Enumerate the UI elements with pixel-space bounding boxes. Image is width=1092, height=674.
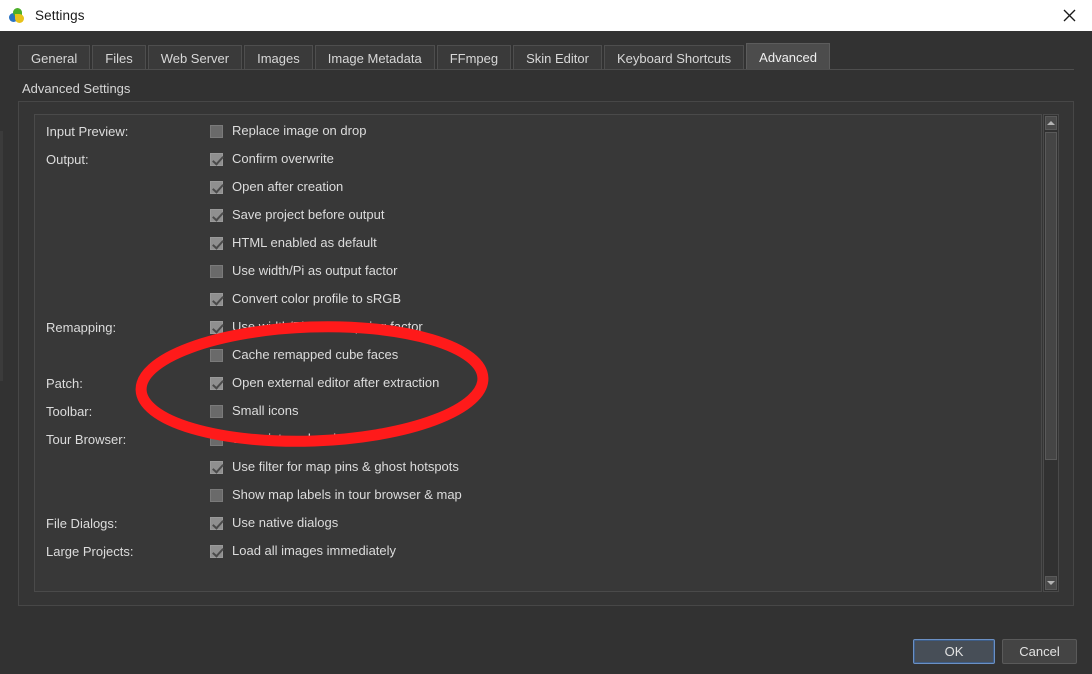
checkbox-label: Show internal node ID xyxy=(232,431,360,446)
checkbox-label: Use native dialogs xyxy=(232,515,339,530)
app-logo-icon xyxy=(9,7,25,24)
tab-keyboard-shortcuts[interactable]: Keyboard Shortcuts xyxy=(603,45,745,70)
checkbox-unchecked-icon[interactable] xyxy=(210,432,223,446)
advanced-settings-panel: Input Preview: Replace image on drop Outpu… xyxy=(18,101,1074,606)
checkbox-label: Use filter for map pins & ghost hotspots xyxy=(232,459,459,474)
checkbox-checked-icon[interactable] xyxy=(210,376,223,390)
checkbox-html-enabled-as-default[interactable]: HTML enabled as default xyxy=(210,236,377,250)
checkbox-unchecked-icon[interactable] xyxy=(210,124,223,138)
tab-web-server[interactable]: Web Server xyxy=(147,45,243,70)
settings-row: Show map labels in tour browser & map xyxy=(35,483,1041,511)
settings-dialog-body: General Files Web Server Images Image Metada… xyxy=(0,31,1092,674)
checkbox-checked-icon[interactable] xyxy=(210,460,223,474)
checkbox-open-external-editor-after-extraction[interactable]: Open external editor after extraction xyxy=(210,376,439,390)
checkbox-checked-icon[interactable] xyxy=(210,292,223,306)
scroll-down-arrow-icon[interactable] xyxy=(1045,576,1057,590)
tab-advanced[interactable]: Advanced xyxy=(746,43,830,70)
settings-scroll-area[interactable]: Input Preview: Replace image on drop Outpu… xyxy=(34,114,1042,592)
tab-image-metadata[interactable]: Image Metadata xyxy=(314,45,435,70)
window-titlebar: Settings xyxy=(0,0,1092,31)
checkbox-save-project-before-output[interactable]: Save project before output xyxy=(210,208,385,222)
tab-skin-editor[interactable]: Skin Editor xyxy=(513,45,602,70)
checkbox-use-width-pi-as-output-factor[interactable]: Use width/Pi as output factor xyxy=(210,264,397,278)
checkbox-label: Confirm overwrite xyxy=(232,151,334,166)
checkbox-show-map-labels-in-tour-browser-map[interactable]: Show map labels in tour browser & map xyxy=(210,488,462,502)
checkbox-small-icons[interactable]: Small icons xyxy=(210,404,298,418)
checkbox-label: Small icons xyxy=(232,403,299,418)
checkbox-show-internal-node-id[interactable]: Show internal node ID xyxy=(210,432,360,446)
checkbox-checked-icon[interactable] xyxy=(210,152,223,166)
checkbox-convert-color-profile-to-srgb[interactable]: Convert color profile to sRGB xyxy=(210,292,401,306)
settings-row: Toolbar: Small icons xyxy=(35,399,1041,427)
checkbox-label: Convert color profile to sRGB xyxy=(232,291,402,306)
scrollbar-thumb[interactable] xyxy=(1045,132,1057,460)
settings-row: HTML enabled as default xyxy=(35,231,1041,259)
vertical-scrollbar[interactable] xyxy=(1043,114,1059,592)
checkbox-replace-image-on-drop[interactable]: Replace image on drop xyxy=(210,124,366,138)
settings-row: Input Preview: Replace image on drop xyxy=(35,119,1041,147)
settings-row-label: Output: xyxy=(46,152,89,167)
tabbar-underline xyxy=(18,69,1074,70)
checkbox-label: Use width/Pi as output factor xyxy=(232,263,398,278)
tab-general[interactable]: General xyxy=(18,45,91,70)
tab-files[interactable]: Files xyxy=(92,45,146,70)
checkbox-load-all-images-immediately[interactable]: Load all images immediately xyxy=(210,544,396,558)
checkbox-label: Use width/Pi as remapping factor xyxy=(232,319,423,334)
settings-row: File Dialogs: Use native dialogs xyxy=(35,511,1041,539)
settings-row-label: File Dialogs: xyxy=(46,516,118,531)
checkbox-use-filter-for-map-pins-ghost-hotspots[interactable]: Use filter for map pins & ghost hotspots xyxy=(210,460,459,474)
checkbox-unchecked-icon[interactable] xyxy=(210,404,223,418)
settings-row: Patch: Open external editor after extract… xyxy=(35,371,1041,399)
checkbox-label: Open external editor after extraction xyxy=(232,375,440,390)
settings-row-label: Remapping: xyxy=(46,320,117,335)
settings-row: Tour Browser: Show internal node ID xyxy=(35,427,1041,455)
scroll-up-arrow-icon[interactable] xyxy=(1045,116,1057,130)
window-edge-sliver xyxy=(0,131,3,381)
checkbox-label: Show map labels in tour browser & map xyxy=(232,487,462,502)
settings-row: Use filter for map pins & ghost hotspots xyxy=(35,455,1041,483)
checkbox-cache-remapped-cube-faces[interactable]: Cache remapped cube faces xyxy=(210,348,398,362)
settings-row-label: Toolbar: xyxy=(46,404,93,419)
settings-row: Save project before output xyxy=(35,203,1041,231)
checkbox-unchecked-icon[interactable] xyxy=(210,348,223,362)
settings-row: Use width/Pi as output factor xyxy=(35,259,1041,287)
close-icon[interactable] xyxy=(1046,0,1092,31)
tab-ffmpeg[interactable]: FFmpeg xyxy=(436,45,512,70)
settings-row: Open after creation xyxy=(35,175,1041,203)
checkbox-unchecked-icon[interactable] xyxy=(210,264,223,278)
checkbox-confirm-overwrite[interactable]: Confirm overwrite xyxy=(210,152,334,166)
checkbox-label: Cache remapped cube faces xyxy=(232,347,399,362)
checkbox-label: HTML enabled as default xyxy=(232,235,377,250)
dialog-button-row: OK Cancel xyxy=(0,607,1092,674)
settings-row: Large Projects: Load all images immediate… xyxy=(35,539,1041,567)
checkbox-checked-icon[interactable] xyxy=(210,320,223,334)
settings-row: Remapping: Use width/Pi as remapping fact… xyxy=(35,315,1041,343)
checkbox-checked-icon[interactable] xyxy=(210,208,223,222)
checkbox-label: Save project before output xyxy=(232,207,385,222)
settings-row: Output: Confirm overwrite xyxy=(35,147,1041,175)
checkbox-unchecked-icon[interactable] xyxy=(210,488,223,502)
settings-row: Cache remapped cube faces xyxy=(35,343,1041,371)
settings-row-label: Tour Browser: xyxy=(46,432,127,447)
settings-row-label: Large Projects: xyxy=(46,544,134,559)
checkbox-label: Replace image on drop xyxy=(232,123,367,138)
settings-row-label: Input Preview: xyxy=(46,124,129,139)
settings-tabbar: General Files Web Server Images Image Metada… xyxy=(18,43,832,70)
page-title: Advanced Settings xyxy=(22,81,131,96)
checkbox-use-native-dialogs[interactable]: Use native dialogs xyxy=(210,516,338,530)
checkbox-label: Open after creation xyxy=(232,179,344,194)
checkbox-checked-icon[interactable] xyxy=(210,236,223,250)
checkbox-use-width-pi-as-remapping-factor[interactable]: Use width/Pi as remapping factor xyxy=(210,320,423,334)
tab-images[interactable]: Images xyxy=(244,45,313,70)
checkbox-checked-icon[interactable] xyxy=(210,544,223,558)
settings-row: Convert color profile to sRGB xyxy=(35,287,1041,315)
checkbox-checked-icon[interactable] xyxy=(210,516,223,530)
checkbox-label: Load all images immediately xyxy=(232,543,397,558)
window-title: Settings xyxy=(35,8,85,23)
checkbox-checked-icon[interactable] xyxy=(210,180,223,194)
checkbox-open-after-creation[interactable]: Open after creation xyxy=(210,180,343,194)
settings-row-label: Patch: xyxy=(46,376,83,391)
